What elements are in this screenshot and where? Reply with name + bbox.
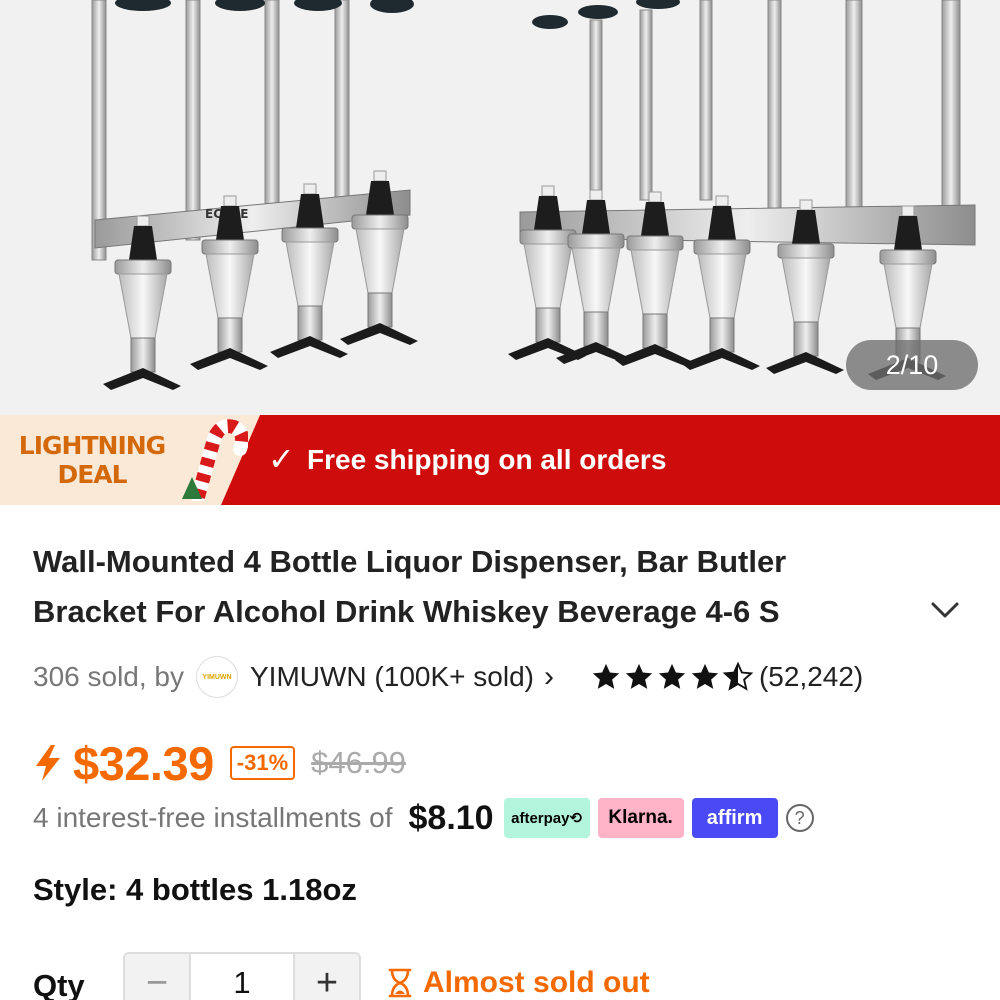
product-title[interactable]: Wall-Mounted 4 Bottle Liquor Dispenser, … — [33, 537, 913, 637]
almost-sold-out-text: Almost sold out — [423, 966, 650, 999]
candy-cane-icon — [182, 419, 248, 501]
rating-stars[interactable] — [590, 662, 755, 692]
product-title-line-2: Bracket For Alcohol Drink Whiskey Bevera… — [33, 594, 780, 629]
lightning-bolt-icon — [36, 745, 60, 781]
star-full-icon — [625, 663, 653, 689]
lightning-deal-label: LIGHTNING DEAL — [18, 431, 166, 489]
seller-row: 306 sold, by YIMUWN YIMUWN (100K+ sold) … — [33, 655, 973, 699]
quantity-value[interactable]: 1 — [189, 954, 295, 1000]
affirm-logo[interactable]: affirm — [691, 798, 778, 838]
star-full-icon — [691, 663, 719, 689]
chevron-right-icon[interactable]: › — [544, 660, 554, 694]
installments-text: 4 interest-free installments of — [33, 802, 393, 833]
lightning-deal-banner: LIGHTNING DEAL ✓ Free shipping on all or… — [0, 415, 1000, 505]
star-full-icon — [592, 663, 620, 689]
store-name-link[interactable]: YIMUWN (100K+ sold) — [250, 661, 534, 693]
help-icon[interactable]: ? — [785, 804, 814, 832]
quantity-label: Qty — [33, 968, 85, 1000]
star-half-icon — [722, 662, 754, 691]
review-count[interactable]: (52,242) — [759, 661, 863, 693]
increase-quantity-button[interactable]: + — [295, 954, 359, 1000]
quantity-row: Qty − 1 + Almost sold out — [33, 952, 650, 1000]
style-selection: Style: 4 bottles 1.18oz — [33, 872, 357, 907]
hourglass-icon — [388, 968, 412, 998]
product-title-line-1: Wall-Mounted 4 Bottle Liquor Dispenser, … — [33, 544, 787, 579]
decrease-quantity-button[interactable]: − — [125, 954, 189, 1000]
current-price: $32.39 — [73, 736, 214, 790]
installment-amount: $8.10 — [408, 798, 494, 837]
installments-row[interactable]: 4 interest-free installments of $8.10 af… — [33, 796, 814, 840]
afterpay-logo[interactable]: afterpay⟲ — [503, 798, 590, 838]
free-shipping-text: Free shipping on all orders — [307, 444, 667, 475]
stock-status: Almost sold out — [387, 966, 650, 1000]
klarna-logo[interactable]: Klarna. — [597, 798, 684, 838]
discount-badge: -31% — [229, 746, 296, 780]
title-fade — [855, 590, 915, 634]
chevron-down-icon[interactable] — [925, 590, 965, 630]
sold-count: 306 sold, by — [33, 661, 184, 692]
store-logo[interactable]: YIMUWN — [196, 656, 238, 698]
image-counter: 2/10 — [846, 340, 978, 390]
check-icon: ✓ — [268, 441, 295, 477]
price-row: $32.39 -31% $46.99 — [33, 733, 406, 793]
original-price: $46.99 — [311, 745, 406, 780]
star-full-icon — [658, 663, 686, 689]
quantity-stepper[interactable]: − 1 + — [123, 952, 361, 1000]
product-image-gallery[interactable]: ECHEE 2/10 — [0, 0, 1000, 415]
